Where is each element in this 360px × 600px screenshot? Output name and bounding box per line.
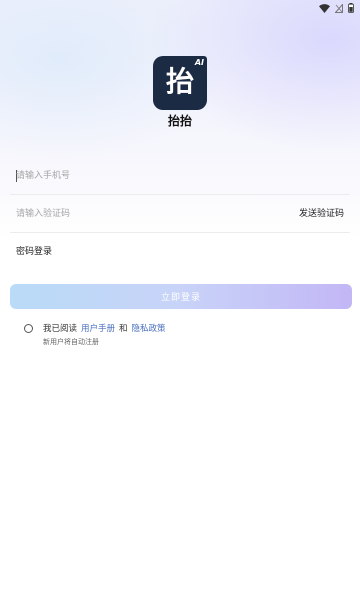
wifi-icon [319, 3, 330, 13]
app-name: 抬抬 [167, 114, 192, 128]
agreement-radio[interactable] [24, 323, 33, 333]
verification-code-input[interactable] [16, 203, 256, 225]
code-field: 发送验证码 [10, 195, 350, 233]
battery-icon [348, 3, 354, 13]
user-manual-link[interactable]: 用户手册 [81, 322, 115, 334]
phone-field [10, 157, 350, 195]
app-logo: 抬 AI [153, 56, 207, 110]
status-bar [319, 2, 354, 14]
privacy-policy-link[interactable]: 隐私政策 [132, 322, 166, 334]
password-login-link[interactable]: 密码登录 [16, 244, 52, 257]
send-code-button[interactable]: 发送验证码 [299, 206, 344, 219]
auto-register-note: 新用户将自动注册 [43, 338, 99, 346]
phone-input[interactable] [16, 165, 256, 187]
logo-ai-badge: AI [194, 58, 204, 67]
agreement-row: 我已阅读 用户手册 和 隐私政策 [24, 321, 166, 335]
agreement-prefix: 我已阅读 [43, 324, 78, 334]
sim-icon [335, 3, 343, 13]
agreement-and: 和 [119, 324, 128, 334]
login-button[interactable]: 立即登录 [10, 284, 352, 309]
logo-character: 抬 [165, 65, 194, 98]
